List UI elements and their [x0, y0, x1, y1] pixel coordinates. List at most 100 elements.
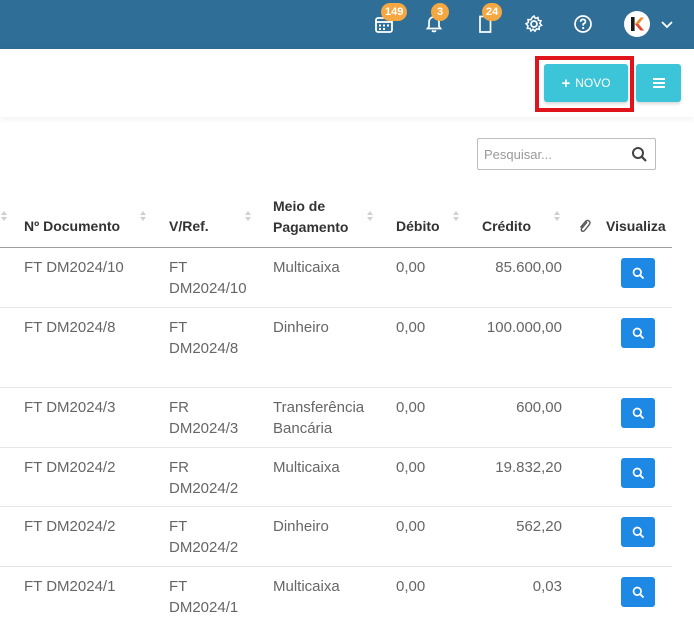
- cell-credito: 100.000,00: [486, 319, 562, 336]
- cell-vref-line1: FT: [169, 259, 188, 276]
- cell-vref-line1: FT: [169, 319, 188, 336]
- header-meio[interactable]: Meio de Pagamento: [273, 196, 348, 238]
- menu-icon: [652, 78, 665, 88]
- cell-documento: FT DM2024/3: [24, 399, 116, 416]
- cell-meio: Dinheiro: [273, 317, 329, 338]
- cell-vref: FT DM2024/8: [169, 317, 238, 359]
- cell-vref: FT DM2024/10: [169, 257, 247, 299]
- plus-icon: +: [561, 74, 571, 92]
- cell-vref: FR DM2024/3: [169, 397, 238, 439]
- menu-button[interactable]: [636, 64, 681, 102]
- sort-icon[interactable]: [452, 209, 460, 223]
- header-vref[interactable]: V/Ref.: [169, 216, 209, 237]
- cell-credito: 85.600,00: [495, 259, 562, 276]
- cell-credito: 562,20: [516, 518, 562, 535]
- header-documento[interactable]: Nº Documento: [24, 216, 120, 237]
- cell-documento: FT DM2024/8: [24, 319, 116, 336]
- table-header: Nº Documento V/Ref. Meio de Pagamento Dé…: [0, 185, 672, 248]
- header-meio-line2: Pagamento: [273, 219, 349, 235]
- cell-vref-line2: DM2024/1: [169, 599, 239, 616]
- search-icon[interactable]: [631, 146, 648, 163]
- company-logo-icon: [631, 17, 644, 31]
- table-row: FT DM2024/10 FT DM2024/10 Multicaixa 0,00…: [0, 248, 672, 308]
- cell-vref: FR DM2024/2: [169, 457, 238, 499]
- cell-vref-line1: FT: [169, 578, 188, 595]
- notifications-button[interactable]: 3: [422, 3, 449, 36]
- cell-debito: 0,00: [396, 578, 426, 595]
- table-row: FT DM2024/8 FT DM2024/8 Dinheiro 0,00 100…: [0, 308, 672, 388]
- view-button[interactable]: [621, 577, 655, 607]
- settings-button[interactable]: [522, 12, 546, 36]
- paperclip-icon: [579, 219, 591, 233]
- table-row: FT DM2024/2 FT DM2024/2 Dinheiro 0,00 562…: [0, 507, 672, 567]
- sort-icon[interactable]: [366, 209, 374, 223]
- header-visualizar[interactable]: Visualiza: [606, 216, 666, 237]
- sort-icon[interactable]: [553, 209, 561, 223]
- table-row: FT DM2024/3 FR DM2024/3 Transferência Banc…: [0, 388, 672, 448]
- header-credito[interactable]: Crédito: [482, 216, 531, 237]
- cell-vref-line2: DM2024/2: [169, 539, 239, 556]
- user-avatar[interactable]: [624, 11, 650, 37]
- search-icon: [632, 526, 644, 538]
- search-icon: [632, 586, 644, 598]
- cell-vref: FT DM2024/2: [169, 516, 238, 558]
- cell-meio: Multicaixa: [273, 576, 340, 597]
- cell-debito: 0,00: [396, 459, 426, 476]
- search-icon: [632, 327, 644, 339]
- header-debito[interactable]: Débito: [396, 216, 440, 237]
- sort-icon[interactable]: [0, 209, 8, 223]
- cell-credito: 600,00: [516, 399, 562, 416]
- sort-icon[interactable]: [139, 209, 147, 223]
- calendar-button[interactable]: 149: [372, 3, 408, 36]
- cell-meio-line1: Dinheiro: [273, 518, 329, 535]
- help-icon: [574, 15, 592, 33]
- cell-meio: Dinheiro: [273, 516, 329, 537]
- cell-vref-line2: DM2024/10: [169, 280, 247, 297]
- cell-documento: FT DM2024/10: [24, 259, 124, 276]
- cell-debito: 0,00: [396, 518, 426, 535]
- view-button[interactable]: [621, 517, 655, 547]
- cell-vref: FT DM2024/1: [169, 576, 238, 618]
- view-button[interactable]: [621, 258, 655, 288]
- help-button[interactable]: [571, 12, 595, 36]
- new-button[interactable]: + NOVO: [544, 64, 628, 102]
- cell-vref-line2: DM2024/3: [169, 420, 239, 437]
- header-meio-line1: Meio de: [273, 198, 326, 214]
- view-button[interactable]: [621, 398, 655, 428]
- table-row: FT DM2024/1 FT DM2024/1 Multicaixa 0,00 0…: [0, 567, 672, 622]
- gear-icon: [524, 14, 543, 33]
- cell-meio-line2: Bancária: [273, 420, 333, 437]
- documents-button[interactable]: 24: [473, 3, 503, 36]
- cell-debito: 0,00: [396, 319, 426, 336]
- search-input[interactable]: [478, 139, 626, 169]
- cell-documento: FT DM2024/1: [24, 578, 116, 595]
- search-icon: [632, 267, 644, 279]
- cell-meio-line1: Multicaixa: [273, 459, 340, 476]
- cell-vref-line1: FR: [169, 459, 189, 476]
- search-icon: [632, 467, 644, 479]
- cell-vref-line1: FT: [169, 518, 188, 535]
- cell-credito: 0,03: [532, 578, 562, 595]
- search-box: [477, 138, 656, 170]
- cell-meio-line1: Multicaixa: [273, 259, 340, 276]
- view-button[interactable]: [621, 318, 655, 348]
- cell-meio-line1: Dinheiro: [273, 319, 329, 336]
- cell-vref-line2: DM2024/8: [169, 340, 239, 357]
- documents-badge: 24: [482, 3, 503, 21]
- sort-icon[interactable]: [244, 209, 252, 223]
- view-button[interactable]: [621, 458, 655, 488]
- cell-meio: Multicaixa: [273, 457, 340, 478]
- notifications-badge: 3: [431, 3, 449, 21]
- cell-vref-line2: DM2024/2: [169, 480, 239, 497]
- chevron-down-icon[interactable]: [659, 14, 675, 34]
- cell-meio: Transferência Bancária: [273, 397, 364, 439]
- table-row: FT DM2024/2 FR DM2024/2 Multicaixa 0,00 1…: [0, 448, 672, 507]
- cell-meio-line1: Multicaixa: [273, 578, 340, 595]
- transactions-table: Nº Documento V/Ref. Meio de Pagamento Dé…: [0, 185, 672, 622]
- cell-documento: FT DM2024/2: [24, 459, 116, 476]
- cell-debito: 0,00: [396, 399, 426, 416]
- top-navbar: 149 3 24: [0, 0, 694, 49]
- cell-debito: 0,00: [396, 259, 426, 276]
- new-button-label: NOVO: [575, 76, 611, 90]
- cell-vref-line1: FR: [169, 399, 189, 416]
